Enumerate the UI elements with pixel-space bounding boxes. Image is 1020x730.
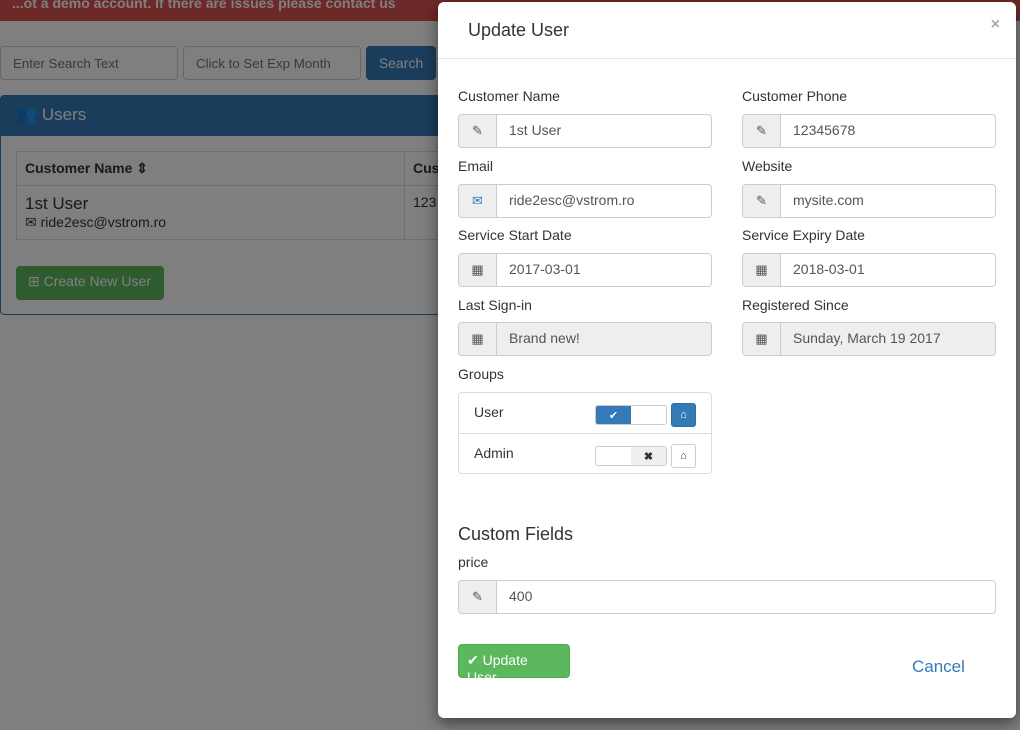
home-icon[interactable]: ⌂ (671, 403, 696, 427)
price-label: price (458, 554, 489, 570)
edit-icon: ✎ (459, 115, 497, 147)
cancel-link[interactable]: Cancel (912, 657, 965, 677)
modal-title: Update User (438, 2, 1016, 59)
website-label: Website (742, 158, 793, 174)
edit-icon: ✎ (743, 185, 781, 217)
last-signin-label: Last Sign-in (458, 297, 532, 313)
group-row-admin: Admin ✖ ⌂ (459, 434, 711, 475)
admin-group-toggle[interactable]: ✖ (595, 446, 667, 466)
customer-phone-label: Customer Phone (742, 88, 848, 104)
update-user-button[interactable]: ✔ Update User (458, 644, 570, 685)
service-expiry-label: Service Expiry Date (742, 227, 865, 243)
calendar-icon: ▦ (743, 254, 781, 286)
price-field[interactable]: ✎ 400 (458, 580, 996, 614)
service-start-label: Service Start Date (458, 227, 572, 243)
customer-name-label: Customer Name (458, 88, 560, 104)
email-field[interactable]: ✉ ride2esc@vstrom.ro (458, 184, 712, 218)
registered-label: Registered Since (742, 297, 849, 313)
check-icon: ✔ (596, 406, 631, 424)
edit-icon: ✎ (743, 115, 781, 147)
groups-list: User ✔ ⌂ Admin ✖ ⌂ (458, 392, 712, 474)
service-expiry-field[interactable]: ▦ 2018-03-01 (742, 253, 996, 287)
close-icon[interactable]: × (991, 16, 1000, 34)
calendar-icon: ▦ (459, 323, 497, 355)
home-icon[interactable]: ⌂ (671, 444, 696, 468)
x-icon: ✖ (631, 447, 666, 465)
user-group-toggle[interactable]: ✔ (595, 405, 667, 425)
check-icon: ✔ (467, 652, 479, 668)
customer-name-field[interactable]: ✎ 1st User (458, 114, 712, 148)
customer-phone-field[interactable]: ✎ 12345678 (742, 114, 996, 148)
custom-fields-heading: Custom Fields (458, 524, 574, 544)
registered-field: ▦ Sunday, March 19 2017 (742, 322, 996, 356)
envelope-icon: ✉ (459, 185, 497, 217)
email-label: Email (458, 158, 494, 174)
calendar-icon: ▦ (743, 323, 781, 355)
update-user-modal: Update User × Customer Name ✎ 1st User Cu… (438, 2, 1016, 718)
group-row-user: User ✔ ⌂ (459, 393, 711, 434)
edit-icon: ✎ (459, 581, 497, 613)
last-signin-field: ▦ Brand new! (458, 322, 712, 356)
website-field[interactable]: ✎ mysite.com (742, 184, 996, 218)
groups-label: Groups (458, 366, 504, 382)
service-start-field[interactable]: ▦ 2017-03-01 (458, 253, 712, 287)
calendar-icon: ▦ (459, 254, 497, 286)
